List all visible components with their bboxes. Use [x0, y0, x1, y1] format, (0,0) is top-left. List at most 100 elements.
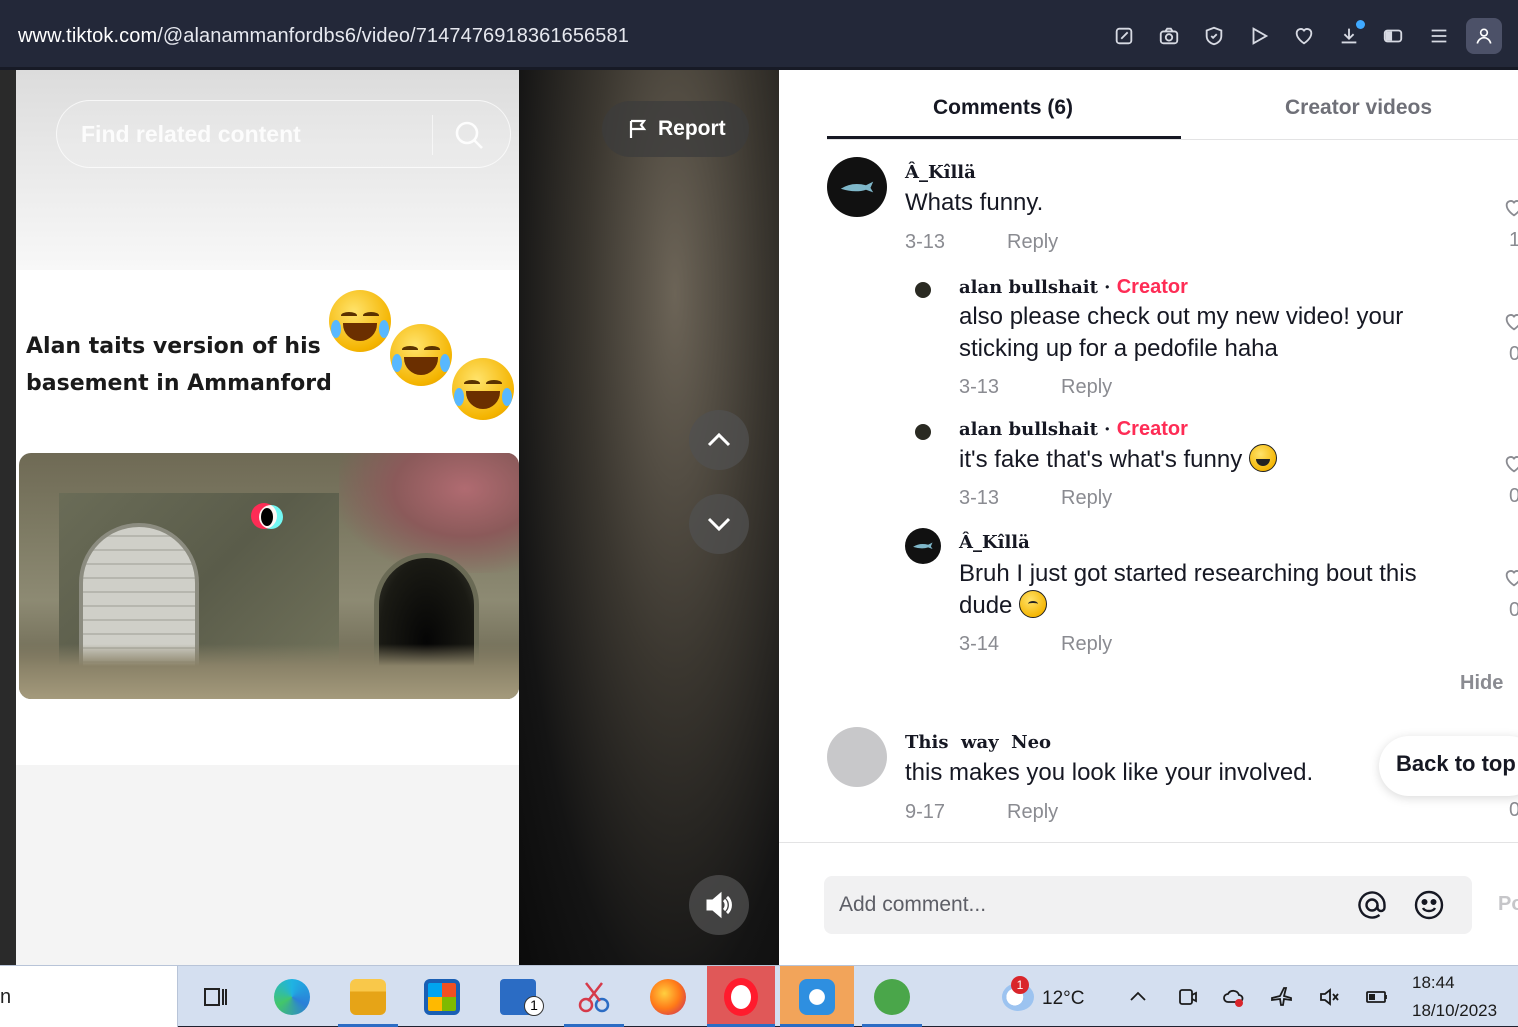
- flag-icon: [629, 119, 647, 138]
- related-content-search[interactable]: Find related content: [56, 100, 511, 168]
- snipping-tool-icon[interactable]: [564, 966, 624, 1027]
- tab-creator-videos[interactable]: Creator videos: [1285, 96, 1432, 120]
- video-photo: [19, 453, 519, 699]
- hide-replies-button[interactable]: Hide: [1460, 672, 1503, 695]
- volume-muted-icon[interactable]: [1317, 985, 1341, 1009]
- comment-username[interactable]: Â_Kîllä: [959, 532, 1030, 553]
- edge-browser-icon[interactable]: [262, 966, 322, 1027]
- meet-now-icon[interactable]: [1175, 985, 1199, 1009]
- next-video-button[interactable]: [689, 494, 749, 554]
- like-count: 0: [1509, 485, 1518, 507]
- creator-badge: Creator: [1116, 276, 1188, 298]
- back-to-top-button[interactable]: Back to top: [1379, 736, 1518, 796]
- emoji-icon[interactable]: [1412, 888, 1446, 922]
- reply-button[interactable]: Reply: [1007, 231, 1058, 254]
- like-icon[interactable]: [1503, 567, 1518, 589]
- browser-app-icon[interactable]: [780, 966, 854, 1027]
- firefox-icon[interactable]: [638, 966, 698, 1027]
- heart-icon[interactable]: [1290, 22, 1318, 50]
- battery-icon[interactable]: [1365, 985, 1389, 1009]
- search-input[interactable]: Find related content: [81, 121, 301, 148]
- report-label: Report: [658, 117, 726, 140]
- airplane-mode-icon[interactable]: [1270, 985, 1294, 1009]
- comment-text: it's fake that's what's funny: [959, 444, 1277, 476]
- creator-badge: Creator: [1116, 418, 1188, 440]
- camera-icon[interactable]: [1155, 22, 1183, 50]
- shark-icon: [913, 542, 933, 550]
- mention-icon[interactable]: [1355, 888, 1389, 922]
- tab-comments[interactable]: Comments (6): [933, 96, 1073, 120]
- tiktok-logo-icon: [251, 503, 283, 533]
- mail-icon[interactable]: 1: [488, 966, 548, 1027]
- shield-icon[interactable]: [1200, 22, 1228, 50]
- like-icon[interactable]: [1503, 197, 1518, 219]
- volume-button[interactable]: [689, 875, 749, 935]
- comment-date: 3-13: [959, 376, 1000, 398]
- comment-username[interactable]: This way Neo: [905, 732, 1051, 753]
- laughing-emoji-icon: [390, 324, 452, 386]
- opera-icon[interactable]: [707, 966, 775, 1027]
- reply-button[interactable]: Reply: [1061, 487, 1112, 510]
- search-icon[interactable]: [453, 119, 485, 151]
- play-icon[interactable]: [1245, 22, 1273, 50]
- comment-date: 3-13: [905, 231, 946, 253]
- avatar[interactable]: [827, 157, 887, 217]
- like-count: 0: [1509, 799, 1518, 821]
- comment-placeholder: Add comment...: [839, 893, 987, 916]
- reply-button[interactable]: Reply: [1007, 801, 1058, 824]
- reply-button[interactable]: Reply: [1061, 633, 1112, 656]
- comment-text: Bruh I just got started researching bout…: [959, 560, 1417, 619]
- comment-tabs: Comments (6) Creator videos: [827, 70, 1518, 140]
- comments-panel: Comments (6) Creator videos Â_Kîllä What…: [779, 70, 1518, 965]
- laughing-emoji-icon: [329, 290, 391, 352]
- menu-icon[interactable]: [1425, 22, 1453, 50]
- avatar[interactable]: [905, 272, 941, 308]
- chevron-up-icon[interactable]: [1126, 985, 1150, 1009]
- volume-icon: [706, 891, 732, 919]
- post-button[interactable]: Post: [1498, 893, 1518, 916]
- like-count: 0: [1509, 599, 1518, 621]
- file-explorer-icon[interactable]: [338, 966, 398, 1027]
- video-player[interactable]: Alan taits version of his basement in Am…: [0, 70, 779, 965]
- onedrive-error-icon[interactable]: [1222, 985, 1246, 1009]
- chevron-down-icon: [707, 517, 731, 532]
- weather-badge: 1: [1011, 976, 1029, 994]
- weather-icon[interactable]: 1: [988, 966, 1048, 1027]
- task-view-icon[interactable]: [185, 966, 245, 1027]
- comment-username[interactable]: alan bullshait · Creator: [959, 276, 1188, 299]
- shark-icon: [840, 181, 874, 193]
- profile-button[interactable]: [1466, 18, 1502, 54]
- microsoft-store-icon[interactable]: [412, 966, 472, 1027]
- mail-badge: 1: [524, 996, 544, 1016]
- comment-username[interactable]: Â_Kîllä: [905, 162, 976, 183]
- comment-input[interactable]: Add comment...: [824, 876, 1472, 934]
- upside-down-face-icon: [1019, 590, 1048, 618]
- comment-date: 3-14: [959, 633, 1000, 655]
- comment-username[interactable]: alan bullshait · Creator: [959, 418, 1188, 441]
- reply-button[interactable]: Reply: [1061, 376, 1112, 399]
- comment-text: Whats funny.: [905, 189, 1044, 216]
- taskbar-search-input[interactable]: n: [0, 966, 178, 1027]
- sidebar-icon[interactable]: [1379, 22, 1407, 50]
- active-tab-indicator: [827, 136, 1181, 139]
- edit-icon[interactable]: [1110, 22, 1138, 50]
- clock-time[interactable]: 18:44: [1412, 973, 1455, 993]
- utorrent-icon[interactable]: [862, 966, 922, 1027]
- report-button[interactable]: Report: [602, 101, 749, 157]
- like-icon[interactable]: [1503, 453, 1518, 475]
- comment-text: also please check out my new video! your…: [959, 303, 1404, 362]
- like-count: 0: [1509, 343, 1518, 365]
- temperature: 12°C: [1042, 988, 1085, 1009]
- avatar[interactable]: [905, 528, 941, 564]
- avatar[interactable]: [827, 727, 887, 787]
- comment-text: this makes you look like your involved.: [905, 759, 1314, 786]
- address-bar[interactable]: www.tiktok.com/@alanammanfordbs6/video/7…: [18, 25, 629, 48]
- avatar[interactable]: [905, 414, 941, 450]
- previous-video-button[interactable]: [689, 410, 749, 470]
- like-icon[interactable]: [1503, 311, 1518, 333]
- url-path: /@alanammanfordbs6/video/714747691836165…: [157, 25, 629, 47]
- laughing-emoji-icon: [452, 358, 514, 420]
- clock-date[interactable]: 18/10/2023: [1412, 1001, 1497, 1021]
- comment-date: 9-17: [905, 801, 946, 823]
- like-count: 1: [1509, 229, 1518, 251]
